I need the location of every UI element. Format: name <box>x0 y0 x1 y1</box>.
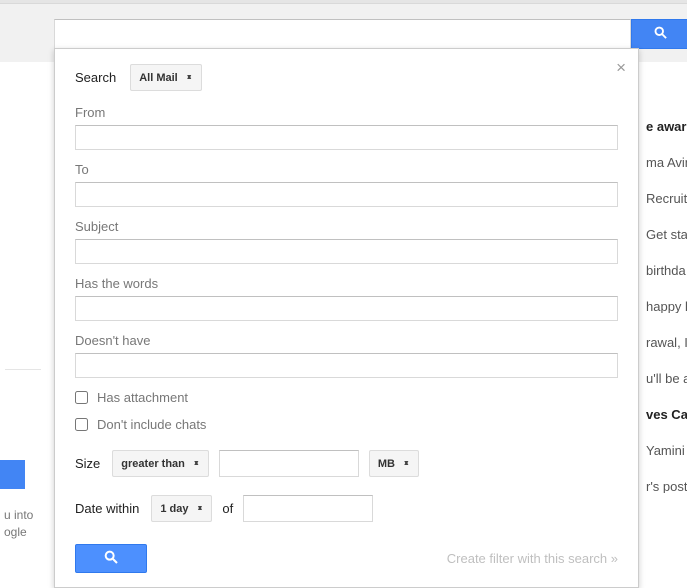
size-value-input[interactable] <box>219 450 359 477</box>
search-scope-label: Search <box>75 70 116 85</box>
date-range-dropdown[interactable]: 1 day ▲▼ <box>151 495 212 522</box>
close-icon[interactable]: × <box>616 59 626 76</box>
inbox-row-fragment: rawal, I <box>646 336 687 349</box>
inbox-row-fragment: ma Avin <box>646 156 687 169</box>
sidebar-text-fragment: ogle <box>0 524 54 541</box>
doesnthave-field-block: Doesn't have <box>75 333 618 378</box>
date-of-label: of <box>222 501 233 516</box>
search-button[interactable] <box>631 19 687 49</box>
size-label: Size <box>75 456 100 471</box>
inbox-row-fragment: u'll be a <box>646 372 687 385</box>
haswords-label: Has the words <box>75 276 618 291</box>
create-filter-link[interactable]: Create filter with this search » <box>447 551 618 566</box>
inbox-row-fragment: Recruit <box>646 192 687 205</box>
has-attachment-checkbox[interactable] <box>75 391 88 404</box>
search-scope-dropdown[interactable]: All Mail ▲▼ <box>130 64 201 91</box>
date-within-label: Date within <box>75 501 139 516</box>
search-scope-value: All Mail <box>139 72 178 84</box>
subject-field-block: Subject <box>75 219 618 264</box>
panel-bottom-row: Create filter with this search » <box>75 544 618 573</box>
doesnthave-label: Doesn't have <box>75 333 618 348</box>
to-field-block: To <box>75 162 618 207</box>
inbox-row-fragment: happy b <box>646 300 687 313</box>
date-range-value: 1 day <box>160 503 188 515</box>
search-bar-container <box>54 19 687 49</box>
compose-button-edge[interactable] <box>0 460 25 489</box>
from-input[interactable] <box>75 125 618 150</box>
from-field-block: From <box>75 105 618 150</box>
no-chats-row: Don't include chats <box>75 417 618 432</box>
size-unit-dropdown[interactable]: MB ▲▼ <box>369 450 419 477</box>
advanced-search-panel: × Search All Mail ▲▼ From To Subject Has… <box>54 48 639 588</box>
search-icon <box>103 549 119 568</box>
from-label: From <box>75 105 618 120</box>
search-icon <box>653 25 668 43</box>
size-unit-value: MB <box>378 458 395 470</box>
sidebar-text-fragment: u into <box>0 507 54 524</box>
haswords-input[interactable] <box>75 296 618 321</box>
date-value-input[interactable] <box>243 495 373 522</box>
to-label: To <box>75 162 618 177</box>
left-sidebar-peek: u into ogle <box>0 460 54 541</box>
has-attachment-label: Has attachment <box>97 390 188 405</box>
size-op-value: greater than <box>121 458 185 470</box>
no-chats-checkbox[interactable] <box>75 418 88 431</box>
inbox-row-fragment: Yamini I <box>646 444 687 457</box>
inbox-row-fragment: birthda <box>646 264 687 277</box>
inbox-row-fragment: r's post <box>646 480 687 493</box>
subject-input[interactable] <box>75 239 618 264</box>
has-attachment-row: Has attachment <box>75 390 618 405</box>
size-op-dropdown[interactable]: greater than ▲▼ <box>112 450 209 477</box>
search-input[interactable] <box>54 19 631 49</box>
to-input[interactable] <box>75 182 618 207</box>
search-scope-row: Search All Mail ▲▼ <box>75 64 618 91</box>
size-row: Size greater than ▲▼ MB ▲▼ <box>75 450 618 477</box>
date-row: Date within 1 day ▲▼ of <box>75 495 618 522</box>
doesnthave-input[interactable] <box>75 353 618 378</box>
no-chats-label: Don't include chats <box>97 417 206 432</box>
advanced-search-submit-button[interactable] <box>75 544 147 573</box>
inbox-rows-peek: e aware ma Avin Recruit Get sta birthda happy… <box>646 120 687 516</box>
inbox-row-fragment: e aware <box>646 120 687 133</box>
inbox-row-fragment: ves Car <box>646 408 687 421</box>
haswords-field-block: Has the words <box>75 276 618 321</box>
subject-label: Subject <box>75 219 618 234</box>
inbox-row-fragment: Get sta <box>646 228 687 241</box>
sidebar-divider <box>5 369 41 370</box>
